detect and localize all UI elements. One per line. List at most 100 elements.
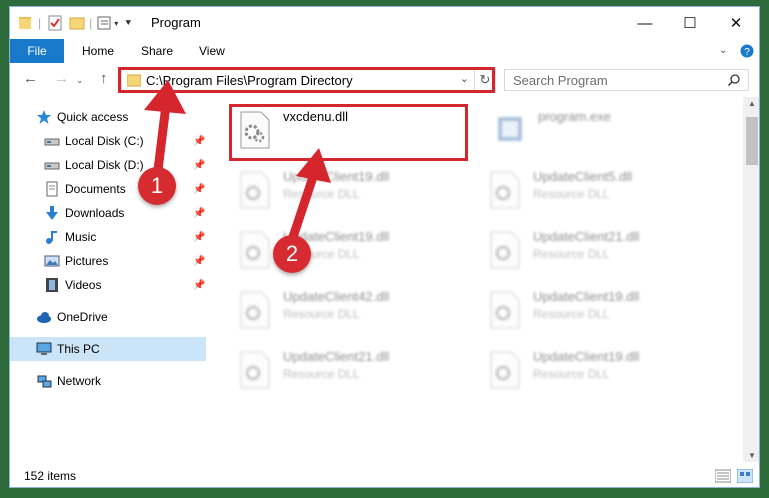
dll-file-icon (490, 171, 520, 209)
sidebar-item-label: Local Disk (C:) (65, 134, 144, 148)
pin-icon[interactable]: 📌 (193, 136, 205, 147)
cloud-icon (37, 312, 51, 323)
pictures-icon (44, 255, 60, 267)
file-item[interactable]: UpdateClient19.dll Resource DLL (233, 225, 463, 275)
sidebar-item-onedrive[interactable]: OneDrive (10, 305, 206, 329)
file-item[interactable]: UpdateClient42.dll Resource DLL (233, 285, 463, 335)
file-type: Resource DLL (533, 187, 610, 201)
file-highlight (229, 104, 468, 161)
sidebar-item-downloads[interactable]: Downloads 📌 (18, 201, 214, 225)
music-icon (46, 231, 57, 244)
sidebar-item-pictures[interactable]: Pictures 📌 (18, 249, 214, 273)
sidebar-item-documents[interactable]: Documents 📌 (18, 177, 214, 201)
videos-icon (46, 278, 58, 292)
file-name: UpdateClient19.dll (283, 169, 390, 184)
search-icon[interactable] (728, 74, 740, 86)
documents-icon (46, 181, 58, 197)
pin-icon[interactable]: 📌 (193, 184, 205, 195)
maximize-button[interactable]: ☐ (667, 7, 713, 39)
search-placeholder: Search Program (513, 73, 608, 88)
pin-icon[interactable]: 📌 (193, 232, 205, 243)
file-item[interactable]: UpdateClient19.dll Resource DLL (233, 165, 463, 215)
new-folder-icon[interactable] (69, 15, 85, 31)
address-bar-highlight (118, 67, 495, 93)
pin-icon[interactable]: 📌 (193, 208, 205, 219)
file-item[interactable]: UpdateClient21.dll Resource DLL (233, 345, 463, 395)
sidebar-item-label: Music (65, 230, 97, 244)
file-item[interactable]: UpdateClient21.dll Resource DLL (483, 225, 713, 275)
up-arrow-icon[interactable]: ↑ (100, 70, 108, 87)
folder-icon[interactable] (18, 15, 32, 31)
sidebar-item-local-disk-d[interactable]: Local Disk (D:) 📌 (18, 153, 214, 177)
sidebar-item-this-pc[interactable]: This PC (10, 337, 206, 361)
sidebar-item-local-disk-c[interactable]: Local Disk (C:) 📌 (18, 129, 214, 153)
pin-icon[interactable]: 📌 (193, 160, 205, 171)
chevron-down-icon[interactable]: ▾ (114, 19, 118, 28)
sidebar-item-label: OneDrive (57, 310, 108, 324)
sidebar-item-label: Quick access (57, 110, 129, 124)
search-input[interactable]: Search Program (504, 69, 749, 91)
vertical-scrollbar[interactable]: ▲ ▼ (743, 97, 759, 462)
sidebar-item-label: Documents (65, 182, 126, 196)
file-item[interactable]: UpdateClient19.dll Resource DLL (483, 345, 713, 395)
tab-share[interactable]: Share (141, 39, 173, 63)
file-item[interactable]: UpdateClient5.dll Resource DLL (483, 165, 713, 215)
toolbar-divider: | (38, 16, 42, 30)
dll-file-icon (490, 231, 520, 269)
svg-text:?: ? (744, 47, 750, 58)
view-options-icon[interactable] (96, 15, 112, 31)
sidebar-item-network[interactable]: Network (10, 369, 206, 393)
dll-file-icon (240, 351, 270, 389)
details-view-icon[interactable] (715, 469, 731, 483)
tab-file[interactable]: File (10, 39, 64, 63)
dll-file-icon (490, 351, 520, 389)
customize-toolbar-icon[interactable]: ⯆ (124, 18, 132, 29)
pin-icon[interactable]: 📌 (193, 280, 205, 291)
sidebar-item-music[interactable]: Music 📌 (18, 225, 214, 249)
sidebar-item-quick-access[interactable]: Quick access (10, 105, 206, 129)
scroll-up-icon[interactable]: ▲ (748, 99, 756, 108)
dll-file-icon (240, 231, 270, 269)
recent-locations-icon[interactable]: ⌄ (76, 75, 84, 86)
large-icons-view-icon[interactable] (737, 469, 753, 483)
help-icon[interactable]: ? (740, 44, 754, 58)
file-type: Resource DLL (533, 307, 610, 321)
computer-icon (36, 342, 52, 355)
close-button[interactable]: ✕ (713, 7, 759, 39)
tab-home[interactable]: Home (82, 39, 114, 63)
tab-view[interactable]: View (199, 39, 225, 63)
sidebar-item-label: This PC (57, 342, 100, 356)
scroll-down-icon[interactable]: ▼ (748, 451, 756, 460)
step-marker-2: 2 (273, 235, 311, 273)
item-count: 152 items (24, 469, 77, 483)
exe-file-icon (498, 117, 522, 141)
dll-file-icon (240, 171, 270, 209)
sidebar-item-label: Local Disk (D:) (65, 158, 144, 172)
file-name: UpdateClient21.dll (283, 349, 390, 364)
back-arrow-icon[interactable]: ← (23, 70, 38, 87)
file-item[interactable]: program.exe (488, 105, 718, 155)
ribbon: File Home Share View ⌄ ? (10, 39, 759, 64)
pin-icon[interactable]: 📌 (193, 256, 205, 267)
file-type: Resource DLL (283, 307, 360, 321)
download-icon (46, 206, 58, 220)
file-item[interactable]: UpdateClient19.dll Resource DLL (483, 285, 713, 335)
drive-icon (44, 162, 60, 170)
scrollbar-thumb[interactable] (746, 117, 758, 165)
properties-icon[interactable] (47, 15, 63, 31)
sidebar-item-videos[interactable]: Videos 📌 (18, 273, 214, 297)
toolbar-divider: | (89, 16, 93, 30)
minimize-button[interactable]: — (622, 7, 668, 39)
file-type: Resource DLL (283, 187, 360, 201)
expand-ribbon-icon[interactable]: ⌄ (719, 45, 727, 56)
sidebar-item-label: Network (57, 374, 102, 388)
file-name: UpdateClient42.dll (283, 289, 390, 304)
quick-access-toolbar: | | ▾ ⯆ (18, 14, 132, 32)
file-type: Resource DLL (533, 367, 610, 381)
file-name: UpdateClient19.dll (533, 289, 640, 304)
file-name: UpdateClient21.dll (533, 229, 640, 244)
file-name: UpdateClient5.dll (533, 169, 633, 184)
sidebar-item-label: Downloads (65, 206, 125, 220)
forward-arrow-icon[interactable]: → (54, 70, 69, 87)
navigation-pane: Quick access Local Disk (C:) 📌 Local Dis… (10, 103, 206, 458)
